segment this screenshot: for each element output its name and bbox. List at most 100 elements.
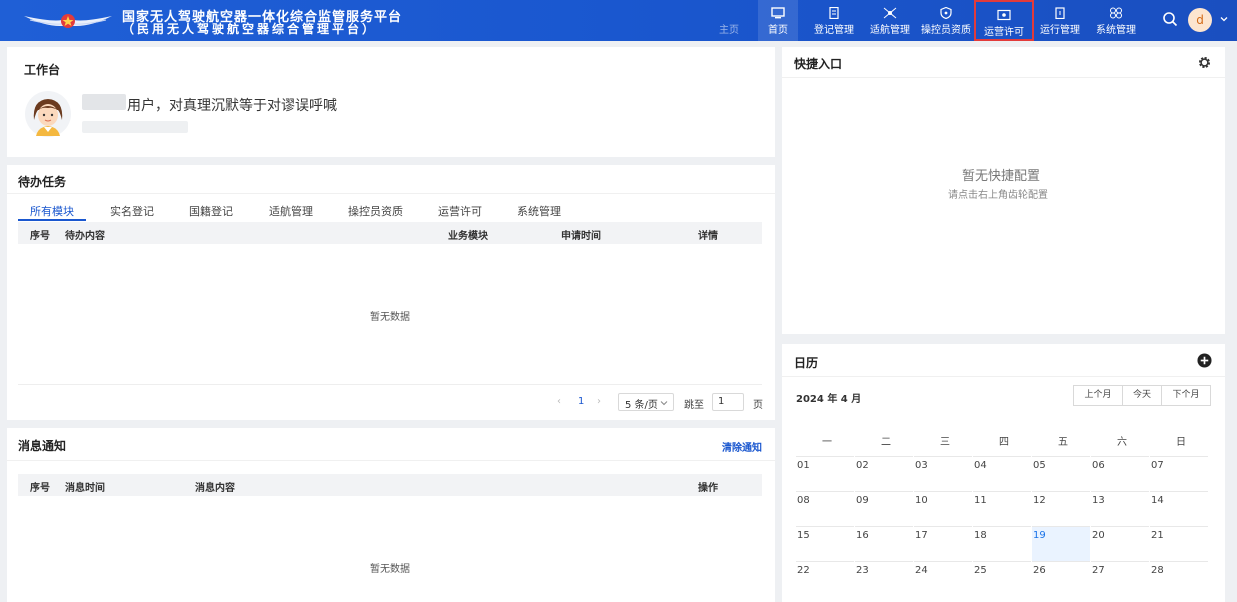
calendar-day-cell[interactable]: 10 [914, 491, 972, 526]
calendar-day-cell[interactable]: 27 [1091, 561, 1149, 596]
divider [7, 460, 775, 461]
license-icon [997, 9, 1011, 21]
nav-label: 登记管理 [814, 25, 854, 36]
calendar-day-cell[interactable]: 21 [1150, 526, 1208, 561]
weekday-label: 一 [822, 437, 832, 448]
shortcut-empty-hint: 请点击右上角齿轮配置 [948, 190, 1048, 201]
weekday-label: 日 [1176, 437, 1186, 448]
calendar-day-cell[interactable]: 11 [973, 491, 1031, 526]
calendar-day-cell[interactable]: 28 [1150, 561, 1208, 596]
shortcut-title: 快捷入口 [794, 57, 843, 71]
calendar-day-cell[interactable]: 01 [796, 456, 854, 491]
nav-operation-license[interactable]: 运营许可 [974, 0, 1034, 41]
weekday-label: 四 [999, 437, 1009, 448]
chevron-down-icon[interactable] [1219, 14, 1229, 24]
calendar-day-cell[interactable]: 23 [855, 561, 913, 596]
todo-empty: 暂无数据 [370, 312, 410, 323]
calendar-day-cell[interactable]: 07 [1150, 456, 1208, 491]
calendar-day-cell[interactable]: 06 [1091, 456, 1149, 491]
prev-month-button[interactable]: 上个月 [1073, 385, 1123, 406]
nav-label: 首页 [768, 25, 788, 36]
calendar-day-cell[interactable]: 12 [1032, 491, 1090, 526]
name-redaction [82, 94, 126, 110]
add-event-icon[interactable] [1197, 353, 1212, 368]
page-size-select[interactable]: 5 条/页 [618, 393, 674, 411]
nav-registration[interactable]: 登记管理 [810, 0, 858, 41]
col-apply-time: 申请时间 [561, 231, 601, 242]
todo-table-header: 序号 待办内容 业务模块 申请时间 详情 [18, 222, 762, 244]
weekday-label: 三 [940, 437, 950, 448]
document-icon [829, 7, 839, 19]
calendar-day-cell[interactable]: 25 [973, 561, 1031, 596]
current-page[interactable]: 1 [578, 396, 584, 407]
tab-all-modules[interactable]: 所有模块 [30, 203, 74, 219]
calendar-day-cell[interactable]: 04 [973, 456, 1031, 491]
tab-nationality[interactable]: 国籍登记 [189, 203, 233, 219]
settings-cluster-icon [1110, 7, 1122, 19]
nav-home-main[interactable]: 主页 [712, 0, 746, 41]
next-month-button[interactable]: 下个月 [1161, 385, 1211, 406]
col-time: 消息时间 [65, 483, 105, 494]
calendar-day-cell[interactable]: 13 [1091, 491, 1149, 526]
nav-label: 操控员资质 [921, 25, 971, 36]
calendar-day-cell[interactable]: 05 [1032, 456, 1090, 491]
tab-system[interactable]: 系统管理 [517, 203, 561, 219]
weekday-label: 二 [881, 437, 891, 448]
calendar-month: 2024 年 4 月 [796, 394, 862, 405]
tab-operator[interactable]: 操控员资质 [348, 203, 403, 219]
nav-flight-operations[interactable]: 运行管理 [1036, 0, 1084, 41]
calendar-day-cell[interactable]: 17 [914, 526, 972, 561]
page-unit: 页 [753, 400, 763, 411]
nav-airworthiness[interactable]: 适航管理 [866, 0, 914, 41]
calendar-day-cell[interactable]: 09 [855, 491, 913, 526]
drone-icon [883, 7, 897, 19]
calendar-day-cell[interactable]: 20 [1091, 526, 1149, 561]
gear-icon[interactable] [1197, 55, 1212, 70]
tab-real-name[interactable]: 实名登记 [110, 203, 154, 219]
greeting-text: 用户，对真理沉默等于对谬误呼喊 [127, 98, 337, 114]
nav-operator-qualification[interactable]: 操控员资质 [918, 0, 974, 41]
col-action: 操作 [698, 483, 718, 494]
next-page-button[interactable]: › [597, 396, 601, 407]
weekday-label: 六 [1117, 437, 1127, 448]
nav-system-management[interactable]: 系统管理 [1092, 0, 1140, 41]
prev-page-button[interactable]: ‹ [557, 396, 561, 407]
workbench-title: 工作台 [24, 63, 61, 77]
col-module: 业务模块 [448, 231, 488, 242]
clear-notice-link[interactable]: 清除通知 [722, 439, 762, 454]
tab-airworthiness[interactable]: 适航管理 [269, 203, 313, 219]
tab-active-indicator [18, 219, 86, 221]
jump-input[interactable]: 1 [712, 393, 744, 411]
nav-label: 适航管理 [870, 25, 910, 36]
today-button[interactable]: 今天 [1122, 385, 1162, 406]
col-content: 待办内容 [65, 231, 105, 242]
nav-label: 运行管理 [1040, 25, 1080, 36]
shortcut-empty-title: 暂无快捷配置 [962, 169, 1041, 184]
calendar-day-cell[interactable]: 18 [973, 526, 1031, 561]
calendar-day-cell[interactable]: 08 [796, 491, 854, 526]
calendar-day-cell[interactable]: 24 [914, 561, 972, 596]
user-avatar[interactable]: d [1188, 8, 1212, 32]
calendar-day-cell[interactable]: 03 [914, 456, 972, 491]
tab-license[interactable]: 运营许可 [438, 203, 482, 219]
divider [7, 193, 775, 194]
calendar-day-cell[interactable]: 22 [796, 561, 854, 596]
calendar-day-cell[interactable]: 02 [855, 456, 913, 491]
nav-label: 主页 [719, 25, 739, 36]
page-size-value: 5 条/页 [625, 400, 658, 411]
todo-title: 待办任务 [18, 175, 67, 189]
nav-home[interactable]: 首页 [758, 0, 798, 41]
divider [782, 376, 1225, 377]
calendar-day-cell[interactable]: 14 [1150, 491, 1208, 526]
platform-subtitle: （民用无人驾驶航空器综合管理平台） [122, 22, 378, 36]
search-icon[interactable] [1162, 11, 1178, 27]
col-index: 序号 [30, 483, 50, 494]
monitor-icon [771, 7, 785, 19]
calendar-day-cell[interactable]: 26 [1032, 561, 1090, 596]
calendar-day-cell[interactable]: 19 [1032, 526, 1090, 561]
notice-card [7, 428, 775, 602]
calendar-day-cell[interactable]: 15 [796, 526, 854, 561]
jump-label: 跳至 [684, 400, 704, 411]
calendar-day-cell[interactable]: 16 [855, 526, 913, 561]
col-index: 序号 [30, 231, 50, 242]
